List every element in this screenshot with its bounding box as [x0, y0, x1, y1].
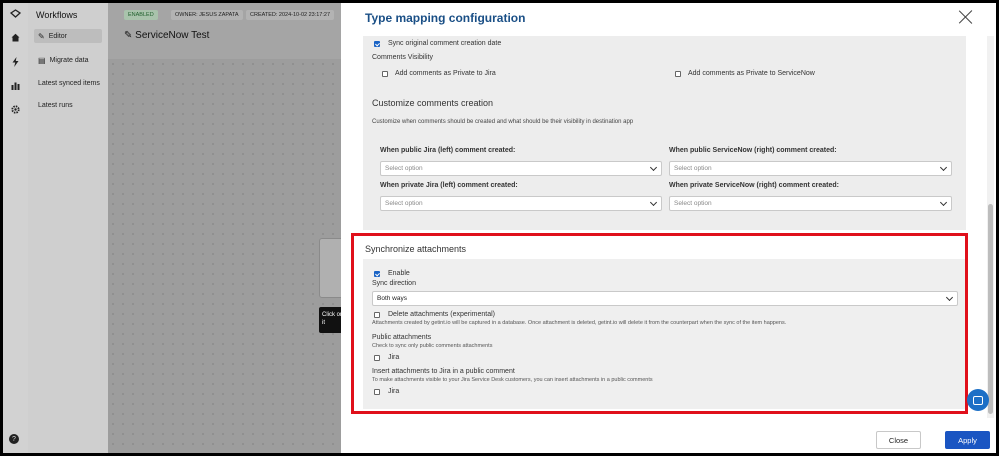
gear-icon[interactable] [10, 104, 21, 115]
delete-attachments-label: Delete attachments (experimental) [388, 311, 495, 318]
select-value: Both ways [377, 295, 407, 302]
public-jira-checkbox[interactable] [374, 355, 380, 361]
pencil-icon: ✎ [124, 30, 133, 41]
chevron-down-icon [939, 163, 948, 172]
sidebar-item-latest-synced-items[interactable]: Latest synced items [34, 76, 102, 90]
chevron-down-icon [939, 198, 948, 207]
public-servicenow-label: When public ServiceNow (right) comment c… [669, 147, 837, 154]
sync-original-date-checkbox[interactable] [374, 41, 380, 47]
sidebar-item-label: Migrate data [49, 56, 89, 64]
select-value: Select option [385, 200, 423, 207]
customize-comments-title: Customize comments creation [372, 98, 494, 108]
chevron-down-icon [649, 163, 658, 172]
private-servicenow-checkbox[interactable] [675, 71, 681, 77]
migrate-icon: ▤ [38, 55, 46, 65]
public-attachments-desc: Check to sync only public comments attac… [372, 343, 493, 349]
modal-scrollbar[interactable] [987, 36, 994, 418]
sidebar-item-label: Editor [48, 32, 67, 40]
pencil-icon: ✎ [38, 31, 45, 41]
private-servicenow-label: Add comments as Private to ServiceNow [688, 70, 815, 77]
chart-icon[interactable] [10, 80, 21, 91]
sidebar: Workflows ✎ Editor ▤ Migrate data Latest… [28, 3, 108, 453]
sidebar-item-label: Latest synced items [38, 79, 100, 87]
chevron-down-icon [945, 293, 954, 302]
public-servicenow-select[interactable]: Select option [669, 161, 952, 176]
apply-button[interactable]: Apply [945, 431, 990, 449]
attachments-title: Synchronize attachments [365, 244, 467, 254]
delete-attachments-desc: Attachments created by getint.io will be… [372, 320, 787, 326]
private-servicenow-select[interactable]: Select option [669, 196, 952, 211]
insert-attachments-title: Insert attachments to Jira in a public c… [372, 368, 515, 375]
home-icon[interactable] [10, 32, 21, 43]
sidebar-item-editor[interactable]: ✎ Editor [34, 29, 102, 43]
modal-title: Type mapping configuration [365, 11, 526, 25]
sync-original-date-label: Sync original comment creation date [388, 40, 502, 47]
private-jira-label: Add comments as Private to Jira [395, 70, 496, 77]
close-button[interactable]: Close [876, 431, 921, 449]
scrollbar-thumb[interactable] [988, 204, 993, 414]
insert-attachments-desc: To make attachments visible to your Jira… [372, 377, 653, 383]
created-badge: CREATED: 2024-10-02 23:17:27 [246, 10, 334, 20]
chevron-down-icon [649, 198, 658, 207]
private-jira-checkbox[interactable] [382, 71, 388, 77]
sidebar-item-label: Latest runs [38, 101, 73, 109]
public-jira-select[interactable]: Select option [380, 161, 662, 176]
comments-panel: Sync original comment creation date Comm… [363, 36, 966, 230]
type-mapping-modal: Type mapping configuration Sync original… [341, 3, 996, 453]
status-badge: ENABLED [124, 10, 158, 20]
sidebar-item-latest-runs[interactable]: Latest runs [34, 98, 102, 112]
enable-label: Enable [388, 270, 410, 277]
select-value: Select option [674, 165, 712, 172]
insert-jira-option: Jira [388, 388, 400, 395]
workflow-name: ServiceNow Test [135, 30, 210, 41]
chat-widget-button[interactable] [967, 389, 989, 411]
help-icon[interactable]: ? [9, 434, 19, 444]
enable-attachments-checkbox[interactable] [374, 271, 380, 277]
sync-direction-select[interactable]: Both ways [372, 291, 958, 306]
sidebar-title: Workflows [36, 10, 78, 20]
private-jira-select[interactable]: Select option [380, 196, 662, 211]
close-icon[interactable] [958, 9, 974, 25]
public-jira-option: Jira [388, 354, 400, 361]
customize-comments-desc: Customize when comments should be create… [372, 119, 634, 125]
bolt-icon[interactable] [10, 56, 21, 67]
public-jira-label: When public Jira (left) comment created: [380, 147, 516, 154]
attachments-panel: Enable Sync direction Both ways Delete a… [363, 259, 966, 409]
icon-rail: ? [3, 3, 28, 453]
chat-icon [973, 395, 983, 405]
select-value: Select option [674, 200, 712, 207]
workflow-title[interactable]: ✎ ServiceNow Test [124, 30, 209, 41]
public-attachments-title: Public attachments [372, 334, 432, 341]
delete-attachments-checkbox[interactable] [374, 312, 380, 318]
private-servicenow-created-label: When private ServiceNow (right) comment … [669, 182, 839, 189]
insert-jira-checkbox[interactable] [374, 389, 380, 395]
select-value: Select option [385, 165, 423, 172]
sidebar-item-migrate-data[interactable]: ▤ Migrate data [34, 53, 102, 67]
private-jira-created-label: When private Jira (left) comment created… [380, 182, 518, 189]
logo-icon[interactable] [10, 8, 21, 19]
modal-body[interactable]: Sync original comment creation date Comm… [341, 36, 996, 418]
comments-visibility-label: Comments Visibility [372, 54, 433, 61]
sync-direction-label: Sync direction [372, 280, 416, 287]
owner-badge: OWNER: JESUS ZAPATA [171, 10, 243, 20]
